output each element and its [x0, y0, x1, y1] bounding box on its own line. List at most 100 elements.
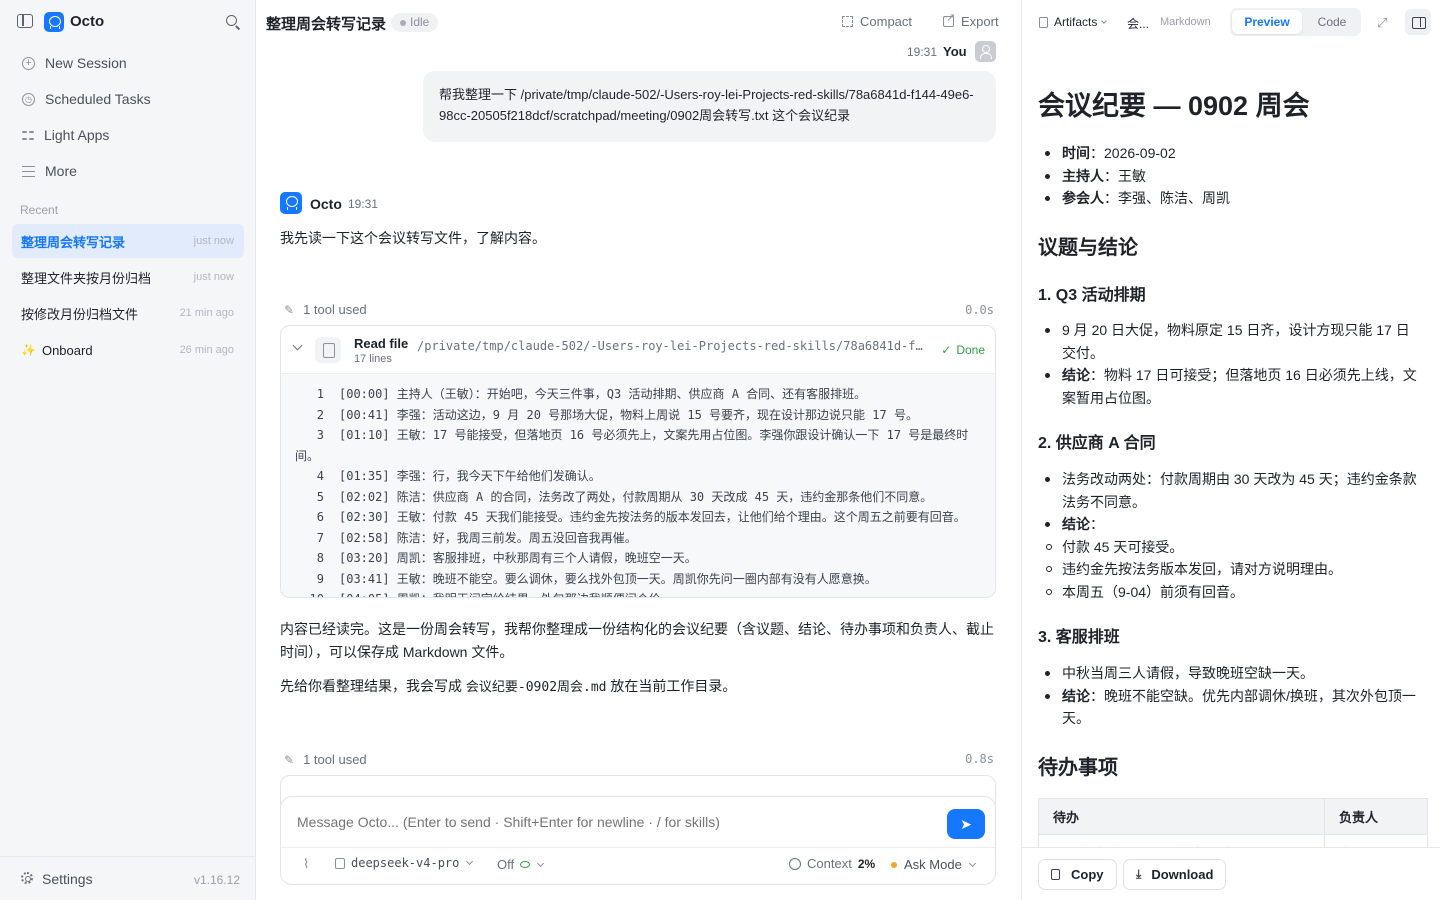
context-value: 2%: [857, 856, 876, 871]
composer-toolbar: ⌇ deepseek-v4-pro Off Context 2% Ask Mod…: [281, 853, 995, 879]
line-number: 9: [316, 571, 324, 586]
nav-more[interactable]: More: [12, 155, 244, 187]
recent-session-item[interactable]: 按修改月份归档文件 21 min ago: [12, 296, 244, 330]
message-author: Octo: [310, 196, 342, 212]
nav-light-apps[interactable]: Light Apps: [12, 119, 244, 151]
expand-icon[interactable]: ⤢: [1377, 15, 1387, 31]
code-line: 4 [01:35] 李强：行，我今天下午给他们发确认。: [295, 466, 983, 487]
tool-call-header[interactable]: Read file /private/tmp/claude-502/-Users…: [281, 326, 995, 374]
recent-heading: Recent: [20, 203, 59, 217]
line-text: [00:00] 主持人（王敏）：开始吧，今天三件事，Q3 活动排期、供应商 A …: [339, 387, 867, 401]
octo-avatar-icon: [280, 192, 302, 214]
tool-used-toggle[interactable]: ✎ 1 tool used: [284, 302, 367, 317]
sidebar-toggle-icon[interactable]: [17, 14, 33, 28]
line-number: 5: [316, 489, 324, 504]
table-row: 与设计确认 17 日是最终交付时间 李强: [1038, 834, 1428, 847]
download-button[interactable]: ⤓ Download: [1123, 859, 1227, 890]
thinking-toggle[interactable]: Off: [497, 857, 545, 872]
session-title: 整理文件夹按月份归档: [21, 270, 152, 286]
download-label: Download: [1151, 867, 1214, 882]
nav-label: Scheduled Tasks: [45, 91, 151, 107]
mode-dot-icon: [891, 861, 897, 868]
chevron-down-icon: [1101, 17, 1108, 24]
topic-list: 9 月 20 日大促，物料原定 15 日齐，设计方现只能 17 日交付。 结论：…: [1045, 319, 1422, 409]
nav-label: More: [45, 163, 77, 179]
assistant-text: 我先读一下这个会议转写文件，了解内容。: [280, 230, 546, 246]
status-badge: Idle: [391, 13, 439, 32]
recent-session-item[interactable]: ✨ Onboard 26 min ago: [12, 333, 244, 367]
divider: [281, 847, 995, 848]
chevron-down-icon: [968, 859, 976, 867]
doc-heading-2: 议题与结论: [1038, 237, 1138, 259]
settings-link[interactable]: Settings: [42, 871, 93, 887]
mode-label: Ask Mode: [904, 857, 962, 872]
assistant-text: 内容已经读完。这是一份周会转写，我帮你整理成一份结构化的会议纪要（含议题、结论、…: [280, 621, 994, 660]
session-title: 整理周会转写记录: [266, 16, 387, 33]
table-cell: 李强: [1324, 834, 1428, 847]
user-avatar-icon: [975, 41, 996, 62]
copy-button[interactable]: Copy: [1038, 859, 1117, 890]
tool-used-toggle[interactable]: ✎ 1 tool used: [284, 752, 367, 767]
tool-name: Read file: [354, 336, 409, 351]
model-icon: [335, 857, 345, 869]
sub-list: 付款 45 天可接受。 违约金先按法务版本发回，请对方说明理由。 本周五（9-0…: [1022, 536, 1422, 604]
context-icon: [789, 857, 801, 870]
wrench-icon: ✎: [284, 752, 295, 767]
line-text: [03:20] 周凯：客服排班，中秋那周有三个人请假，晚班空一天。: [339, 551, 697, 565]
gear-icon[interactable]: [21, 872, 33, 884]
nav-scheduled-tasks[interactable]: ◷ Scheduled Tasks: [12, 83, 244, 115]
export-button[interactable]: Export: [943, 11, 999, 29]
octo-logo-icon: [44, 12, 64, 32]
sidebar-footer: Settings v1.16.12: [0, 856, 256, 900]
thinking-state: Off: [497, 857, 515, 872]
topic-list: 中秋当周三人请假，导致晚班空缺一天。 结论：晚班不能空缺。优先内部调休/换班，其…: [1045, 662, 1422, 730]
message-author: You: [943, 44, 967, 59]
mode-selector[interactable]: Ask Mode: [891, 857, 976, 872]
line-text: [01:35] 李强：行，我今天下午给他们发确认。: [339, 469, 601, 483]
artifact-format: Markdown: [1160, 16, 1211, 28]
conclusion-text: ：晚班不能空缺。优先内部调休/换班，其次外包顶一天。: [1062, 687, 1416, 727]
tool-used-label: 1 tool used: [303, 302, 367, 317]
message-input[interactable]: [297, 814, 927, 830]
list-item: 时间：2026-09-02: [1045, 142, 1422, 165]
line-text: [02:58] 陈洁：好，我周三前发。周五没回音我再催。: [339, 530, 637, 545]
list-item: 结论：物料 17 日可接受；但落地页 16 日必须先上线，文案暂用占位图。: [1045, 364, 1422, 409]
text-segment: 先给你看整理结果，我会写成: [280, 678, 466, 694]
preview-tab[interactable]: Preview: [1232, 10, 1302, 34]
artifacts-dropdown[interactable]: Artifacts: [1039, 15, 1108, 29]
send-icon: ➤: [960, 815, 972, 832]
list-item: 主持人：王敏: [1045, 165, 1422, 188]
line-number: 7: [316, 530, 324, 545]
tool-call-card: Read file /private/tmp/claude-502/-Users…: [280, 325, 996, 598]
paperclip-icon[interactable]: ⌇: [303, 856, 309, 872]
line-text: [03:41] 王敏：晚班不能空。要么调休，要么找外包顶一天。周凯你先问一圈内部…: [339, 571, 877, 586]
menu-lines-icon: [22, 165, 35, 178]
inline-code: 会议纪要-0902周会.md: [465, 680, 607, 695]
panel-toggle-icon[interactable]: [1405, 9, 1431, 35]
search-icon[interactable]: [226, 15, 237, 26]
nav-label: New Session: [45, 55, 127, 71]
context-label: Context: [807, 856, 852, 871]
table-header: 负责人: [1324, 798, 1428, 835]
doc-heading-3: 3. 客服排班: [1038, 629, 1120, 646]
app-version: v1.16.12: [193, 873, 240, 887]
message-time: 19:31: [907, 45, 938, 59]
compact-button[interactable]: Compact: [842, 14, 912, 29]
plus-circle-icon: +: [22, 56, 35, 70]
tool-file-path: /private/tmp/claude-502/-Users-roy-lei-P…: [417, 339, 929, 353]
meta-key: 参会人: [1062, 190, 1104, 206]
code-tab[interactable]: Code: [1306, 10, 1358, 34]
message-composer: ➤ ⌇ deepseek-v4-pro Off Context 2% Ask M…: [280, 796, 996, 885]
user-message: 帮我整理一下 /private/tmp/claude-502/-Users-ro…: [423, 71, 996, 142]
list-item: 中秋当周三人请假，导致晚班空缺一天。: [1045, 662, 1422, 685]
chevron-down-icon[interactable]: [292, 340, 303, 351]
send-button[interactable]: ➤: [947, 809, 985, 839]
model-selector[interactable]: deepseek-v4-pro: [335, 856, 474, 870]
nav-new-session[interactable]: + New Session: [12, 47, 244, 79]
recent-session-item[interactable]: 整理文件夹按月份归档 just now: [12, 260, 244, 294]
recent-session-item[interactable]: 整理周会转写记录 just now: [12, 224, 244, 258]
line-text: [02:02] 陈洁：供应商 A 的合同，法务改了两处，付款周期从 30 天改成…: [339, 489, 933, 504]
markdown-preview: 会议纪要 — 0902 周会 时间：2026-09-02 主持人：王敏 参会人：…: [1022, 44, 1440, 847]
code-line: 1 [00:00] 主持人（王敏）：开始吧，今天三件事，Q3 活动排期、供应商 A…: [295, 384, 983, 405]
artifact-doc-name[interactable]: 会...: [1127, 15, 1149, 32]
